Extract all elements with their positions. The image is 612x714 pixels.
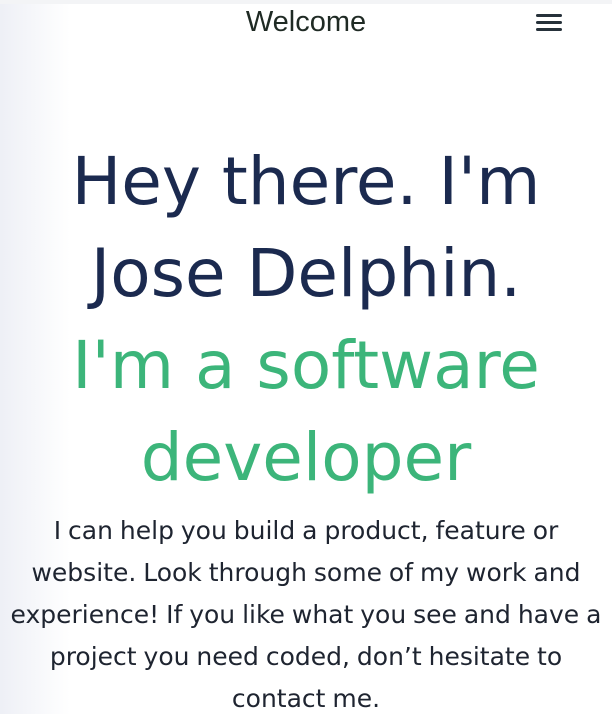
hero-section: Hey there. I'm Jose Delphin. I'm a softw… [0, 136, 612, 504]
hero-role: I'm a software [72, 327, 540, 404]
hero-name: Jose Delphin. [90, 235, 522, 312]
intro-paragraph: I can help you build a product, feature … [10, 516, 602, 713]
hamburger-menu-icon[interactable] [536, 14, 564, 34]
hero-role-title: developer [140, 419, 472, 496]
menu-bar-bottom [536, 28, 562, 31]
header-title: Welcome [245, 6, 367, 38]
hero-greeting: Hey there. I'm [71, 143, 541, 220]
site-header: Welcome [0, 0, 612, 50]
menu-bar-top [536, 14, 562, 17]
menu-bar-middle [536, 21, 562, 24]
